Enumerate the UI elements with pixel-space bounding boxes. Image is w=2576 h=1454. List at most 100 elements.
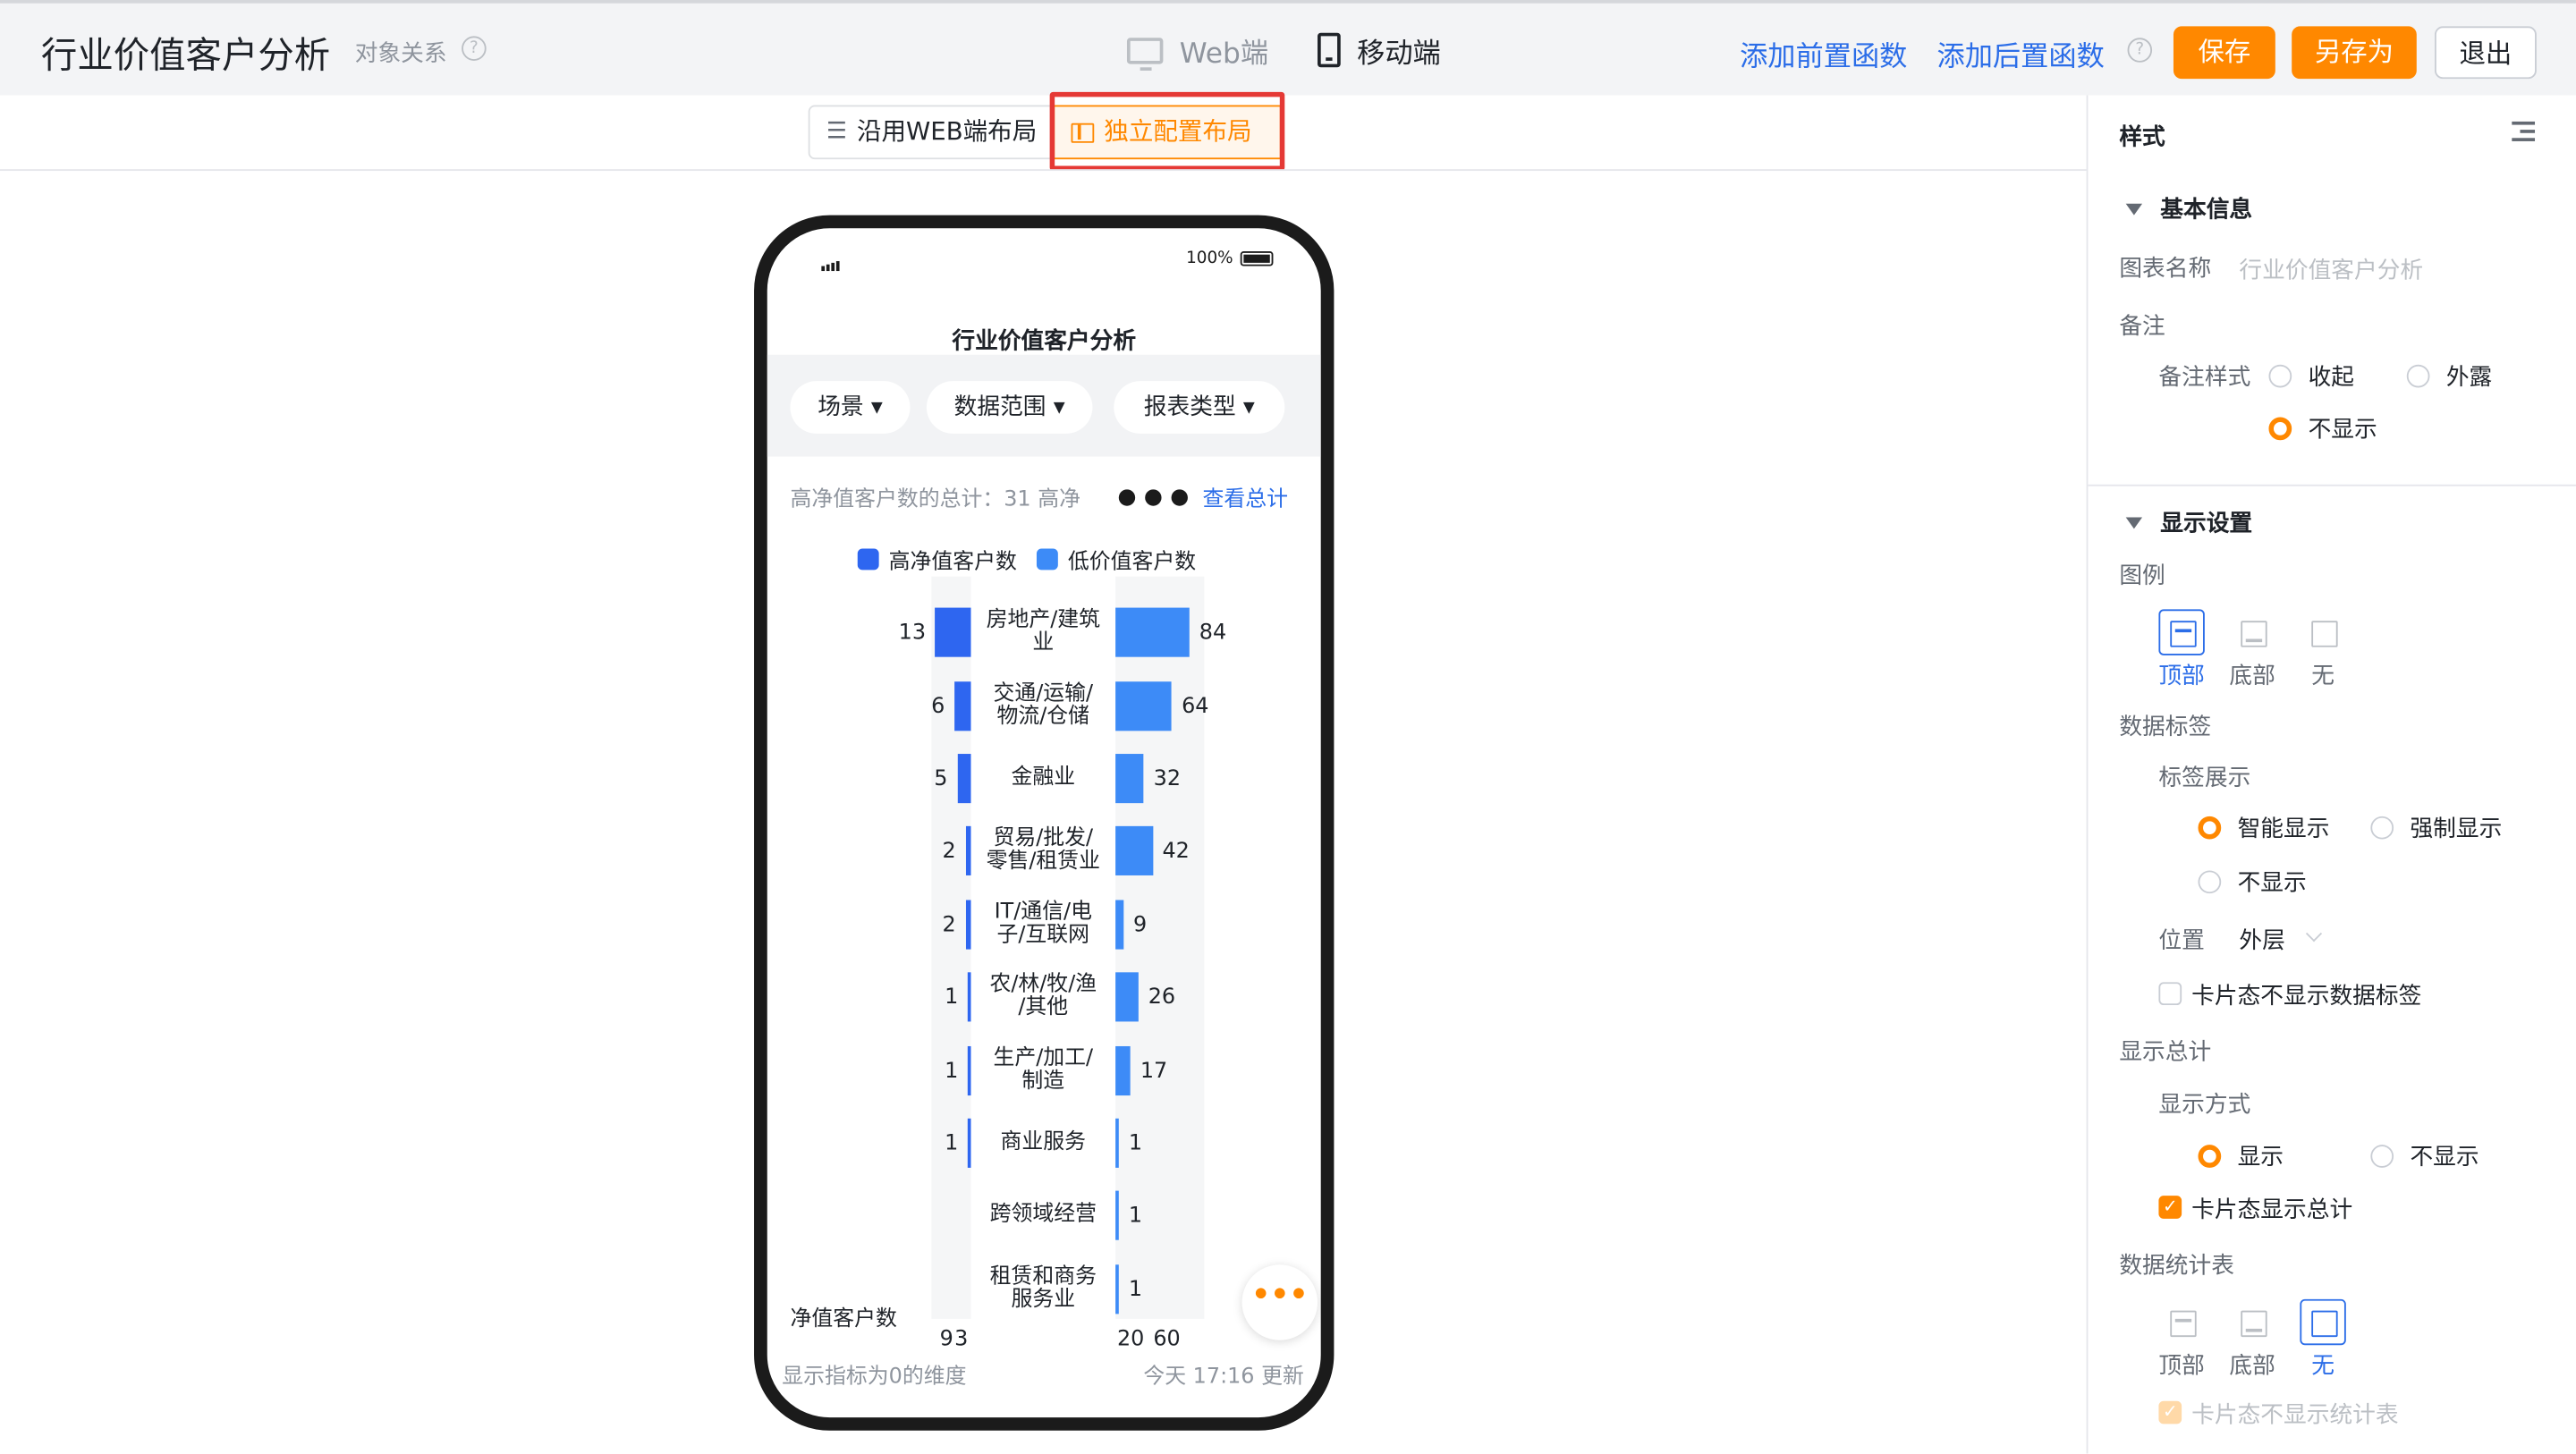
- table-bottom-option[interactable]: [2229, 1299, 2275, 1345]
- chart-legend: 高净值客户数 低价值客户数: [857, 544, 1196, 575]
- card-show-total-text: 卡片态显示总计: [2191, 1196, 2353, 1224]
- add-pre-function-link[interactable]: 添加前置函数: [1740, 33, 1907, 74]
- collapse-panel-icon[interactable]: [2512, 121, 2536, 141]
- table-top-label: 顶部: [2158, 1353, 2205, 1380]
- radio-collapse[interactable]: [2268, 364, 2292, 388]
- category-label-line: 房地产/建筑: [986, 607, 1101, 633]
- radio-hide-note-label: 不显示: [2308, 417, 2377, 444]
- bar-low-value: [1115, 754, 1144, 804]
- position-select[interactable]: 外层: [2239, 923, 2284, 956]
- view-total-link[interactable]: 查看总计: [1202, 481, 1288, 512]
- category-label-line: 交通/运输/: [993, 681, 1094, 706]
- save-as-button[interactable]: 另存为: [2292, 26, 2417, 80]
- bar-low-value: [1115, 972, 1139, 1022]
- data-label-high-value: 1: [945, 1131, 959, 1157]
- radio-smart-show[interactable]: [2198, 816, 2222, 840]
- category-label: 跨领域经营: [970, 1203, 1115, 1228]
- radio-show-total[interactable]: [2198, 1145, 2222, 1168]
- collapse-arrow-icon[interactable]: [2125, 203, 2143, 216]
- legend-item: 高净值客户数: [857, 544, 1017, 575]
- card-no-data-label-checkbox[interactable]: [2158, 982, 2182, 1006]
- legend-top-option[interactable]: [2158, 609, 2205, 655]
- filter-scene[interactable]: 场景 ▾: [790, 381, 911, 434]
- bar-low-value: [1115, 607, 1190, 658]
- category-label-line: 制造: [1021, 1068, 1065, 1094]
- data-label-low-value: 1: [1128, 1205, 1143, 1230]
- exit-button[interactable]: 退出: [2434, 26, 2537, 80]
- web-mode-label: Web端: [1179, 38, 1269, 71]
- battery-icon: [1239, 251, 1273, 266]
- bar-low-value: [1115, 1118, 1119, 1168]
- show-mode-label: 显示方式: [2158, 1092, 2251, 1119]
- category-label-line: 跨领域经营: [989, 1203, 1097, 1228]
- bar-low-value: [1115, 681, 1173, 731]
- save-button[interactable]: 保存: [2173, 26, 2275, 80]
- filter-data-range[interactable]: 数据范围 ▾: [926, 381, 1093, 434]
- filter-report-type[interactable]: 报表类型 ▾: [1114, 381, 1285, 434]
- label-show-label: 标签展示: [2158, 765, 2251, 792]
- table-none-option[interactable]: [2300, 1298, 2346, 1346]
- radio-force-show[interactable]: [2370, 816, 2394, 840]
- legend-bottom-option[interactable]: [2229, 609, 2275, 655]
- category-label-line: 商业服务: [1000, 1129, 1087, 1155]
- radio-expose[interactable]: [2406, 364, 2430, 388]
- page: 行业价值客户分析 对象关系 ? Web端 移动端 添加前置函数 添加后置函数 ?…: [0, 0, 2576, 1454]
- category-label-line: /其他: [1018, 995, 1069, 1020]
- data-label-low-value: 64: [1182, 694, 1209, 719]
- more-actions-button[interactable]: •••: [1241, 1264, 1318, 1340]
- card-no-table-checkbox[interactable]: ✓: [2158, 1400, 2182, 1424]
- category-label-line: 贸易/批发/: [993, 826, 1094, 852]
- category-label: 商业服务: [970, 1131, 1115, 1154]
- category-label-line: 租赁和商务: [989, 1264, 1097, 1289]
- use-web-layout-label: 沿用WEB端布局: [856, 116, 1038, 147]
- collapse-arrow-icon[interactable]: [2125, 517, 2143, 529]
- category-label-line: 物流/仓储: [996, 704, 1090, 729]
- note-label: 备注: [2119, 313, 2165, 341]
- bar-high-value: [953, 681, 971, 731]
- radio-no-show-label: 不显示: [2237, 870, 2307, 897]
- legend-top-label: 顶部: [2158, 664, 2205, 690]
- radio-hide-total[interactable]: [2370, 1145, 2394, 1168]
- bar-high-value: [935, 607, 971, 658]
- web-mode-tab[interactable]: Web端: [1126, 30, 1269, 71]
- data-label-high-value: 2: [942, 912, 956, 938]
- divider: [2088, 484, 2576, 486]
- page-title: 行业价值客户分析: [40, 36, 331, 78]
- data-label-low-value: 9: [1132, 912, 1148, 938]
- help-icon[interactable]: ?: [2127, 38, 2153, 63]
- section-display-settings[interactable]: 显示设置: [2160, 506, 2252, 539]
- radio-hide-note[interactable]: [2268, 417, 2292, 441]
- data-label-high-value: 13: [898, 621, 927, 647]
- data-label-low-value: 1: [1128, 1277, 1143, 1303]
- phone-preview: 100% 行业价值客户分析 场景 ▾ 数据范围 ▾ 报表类型 ▾ 高净值客户数的…: [754, 215, 1335, 1431]
- data-label-high-value: 5: [934, 766, 948, 792]
- radio-hide-total-label: 不显示: [2410, 1145, 2479, 1171]
- signal-icon: [821, 261, 840, 272]
- card-show-total-checkbox[interactable]: ✓: [2158, 1196, 2182, 1219]
- phone-icon: [1318, 32, 1341, 68]
- table-top-option[interactable]: [2158, 1299, 2204, 1345]
- add-post-function-link[interactable]: 添加后置函数: [1936, 33, 2104, 74]
- radio-smart-show-label: 智能显示: [2237, 816, 2330, 843]
- tick-label: 9: [939, 1327, 953, 1352]
- monitor-icon: [1126, 37, 1164, 71]
- category-label: 租赁和商务 服务业: [970, 1264, 1115, 1312]
- section-basic-info[interactable]: 基本信息: [2160, 192, 2252, 225]
- radio-no-show[interactable]: [2198, 870, 2222, 894]
- help-icon[interactable]: ?: [462, 36, 487, 61]
- category-label: 农/林/牧/渔/其他: [970, 974, 1115, 1020]
- chart-name-input[interactable]: 行业价值客户分析: [2239, 253, 2423, 286]
- battery-status: 100%: [1186, 249, 1273, 267]
- legend-none-option[interactable]: [2300, 609, 2345, 655]
- category-label-line: 生产/加工/: [993, 1045, 1094, 1070]
- category-label-line: IT/通信/电: [994, 900, 1092, 925]
- category-label-line: 金融业: [1011, 765, 1076, 790]
- use-web-layout-button[interactable]: ☰ 沿用WEB端布局: [808, 105, 1052, 160]
- radio-show-total-label: 显示: [2237, 1145, 2284, 1171]
- data-table-label: 数据统计表: [2119, 1253, 2234, 1280]
- top-bar: 行业价值客户分析 对象关系 ? Web端 移动端 添加前置函数 添加后置函数 ?…: [0, 0, 2576, 96]
- data-label-low-value: 84: [1199, 621, 1227, 647]
- mobile-mode-tab[interactable]: 移动端: [1318, 30, 1441, 71]
- data-label-low-value: 1: [1128, 1131, 1143, 1157]
- category-label: 生产/加工/制造: [970, 1045, 1115, 1094]
